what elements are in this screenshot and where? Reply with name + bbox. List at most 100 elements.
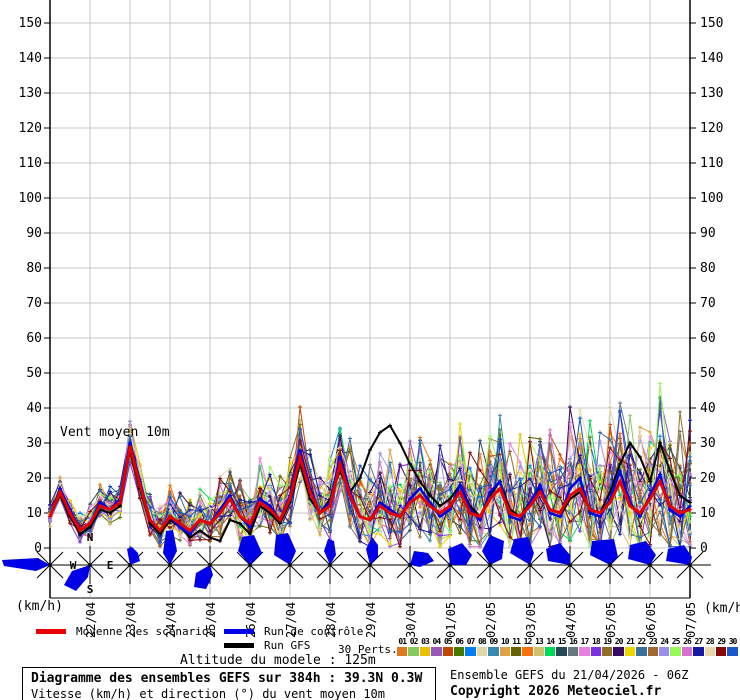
y-axis-label-left: 60 — [26, 331, 42, 346]
wind-rose-center — [328, 563, 332, 567]
perturbation-entry: 17 — [579, 637, 590, 656]
perturbation-entry: 15 — [556, 637, 567, 656]
perturbation-number: 10 — [500, 637, 510, 646]
perturbation-number: 17 — [580, 637, 590, 646]
wind-rose-center — [128, 563, 132, 567]
y-axis-label-left: 50 — [26, 366, 42, 381]
y-axis-label-right: 80 — [700, 261, 716, 276]
perturbation-entry: 14 — [545, 637, 556, 656]
perturbation-entry: 10 — [499, 637, 510, 656]
wind-rose — [349, 537, 391, 584]
x-axis-date-label: 01/05 — [444, 602, 458, 638]
wind-rose — [229, 535, 271, 584]
model-altitude-note: Altitude du modele : 125m — [180, 653, 376, 668]
perturbation-number: 06 — [455, 637, 464, 646]
wind-rose — [189, 546, 231, 589]
y-axis-label-right: 60 — [700, 331, 716, 346]
perturbation-color-swatch — [715, 647, 727, 656]
y-axis-label-right: 140 — [700, 51, 723, 66]
perturbation-entry: 03 — [419, 637, 431, 656]
y-axis-label-left: 90 — [26, 226, 42, 241]
wind-rose — [469, 535, 511, 584]
gfs-line-swatch — [224, 643, 254, 648]
perturbation-number: 07 — [466, 637, 476, 646]
mean-line-swatch — [36, 629, 66, 634]
perturbation-entry: 09 — [488, 637, 499, 656]
x-axis-date-label: 06/05 — [644, 602, 658, 638]
mean-line-label: Moyenne des scénarios — [76, 625, 216, 638]
perturbation-entry: 02 — [408, 637, 419, 656]
perturbation-number: 03 — [421, 637, 430, 646]
perturbation-entry: 22 — [636, 637, 647, 656]
perturbation-number: 22 — [637, 637, 647, 646]
perturbation-entry: 26 — [681, 637, 693, 656]
y-axis-label-left: 30 — [26, 436, 42, 451]
y-axis-label-left: 20 — [26, 471, 42, 486]
perturbation-color-swatch — [704, 647, 715, 656]
compass-label: S — [87, 583, 94, 596]
y-axis-label-left: 110 — [19, 156, 42, 171]
wind-direction-petal — [274, 533, 296, 565]
perturbation-entry: 18 — [590, 637, 602, 656]
wind-rose — [509, 537, 551, 584]
wind-rose-center — [608, 563, 612, 567]
meteogram-page: 0 0 10 10 20 20 30 30 40 40 50 50 60 60 70 70 80 80 90 90 10… — [0, 0, 740, 700]
wind-rose-center — [88, 563, 92, 567]
y-axis-label-left: 150 — [19, 16, 42, 31]
perturbation-entry: 25 — [670, 637, 681, 656]
perturbation-color-swatch — [727, 647, 738, 656]
wind-rose-center — [568, 563, 572, 567]
y-axis-label-left: 40 — [26, 401, 42, 416]
wind-rose-center — [688, 563, 692, 567]
perturbation-entry: 05 — [442, 637, 453, 656]
perturbation-color-swatch — [613, 647, 624, 656]
perturbation-number: 18 — [592, 637, 601, 646]
wind-rose-center — [368, 563, 372, 567]
wind-rose — [389, 546, 434, 584]
perturbation-number: 20 — [614, 637, 624, 646]
perturbation-number: 21 — [626, 637, 635, 646]
wind-rose — [546, 543, 591, 584]
perturbation-color-swatch — [658, 647, 670, 656]
perturbation-number: 28 — [705, 637, 715, 646]
perturbation-color-table: 01 02 03 04 05 06 07 08 09 10 11 12 13 14 15 16 17 18 19 20… — [397, 637, 740, 656]
wind-rose-center — [488, 563, 492, 567]
x-axis-date-label: 03/05 — [524, 602, 538, 638]
perturbation-color-swatch — [431, 647, 442, 656]
wind-rose — [589, 539, 631, 584]
perturbation-number: 27 — [694, 637, 704, 646]
perturbation-entry: 16 — [567, 637, 579, 656]
y-axis-label-left: 130 — [19, 86, 42, 101]
wind-direction-petal — [590, 539, 618, 565]
perturbation-number: 13 — [535, 637, 544, 646]
perturbation-number: 29 — [717, 637, 726, 646]
perturbation-color-swatch — [442, 647, 453, 656]
y-axis-label-right: 50 — [700, 366, 716, 381]
y-axis-label-right: 40 — [700, 401, 716, 416]
perturbation-number: 04 — [432, 637, 442, 646]
y-axis-label-right: 120 — [700, 121, 723, 136]
perturbation-number: 01 — [398, 637, 407, 646]
run-info: Ensemble GEFS du 21/04/2026 - 06Z — [450, 668, 689, 682]
perturbation-entry: 23 — [647, 637, 658, 656]
perturbation-number: 11 — [512, 637, 521, 646]
perturbation-color-swatch — [624, 647, 636, 656]
perturbation-entry: 20 — [613, 637, 624, 656]
compass-label: W — [70, 559, 77, 572]
wind-rose-center — [528, 563, 532, 567]
y-axis-label-left: 100 — [19, 191, 42, 206]
wind-rose — [628, 541, 671, 584]
perturbation-number: 14 — [546, 637, 555, 646]
perturbation-color-swatch — [419, 647, 431, 656]
perturbation-color-swatch — [590, 647, 602, 656]
perturbation-color-swatch — [476, 647, 488, 656]
x-axis-date-label: 07/05 — [684, 602, 698, 638]
wind-direction-petal — [2, 558, 50, 571]
y-axis-label-right: 110 — [700, 156, 723, 171]
perturbation-color-swatch — [499, 647, 510, 656]
unit-label-right: (km/h) — [704, 601, 740, 616]
perturbation-number: 24 — [660, 637, 669, 646]
perturbation-entry: 30 — [727, 637, 738, 656]
y-axis-label-left: 70 — [26, 296, 42, 311]
y-axis-label-right: 100 — [700, 191, 723, 206]
